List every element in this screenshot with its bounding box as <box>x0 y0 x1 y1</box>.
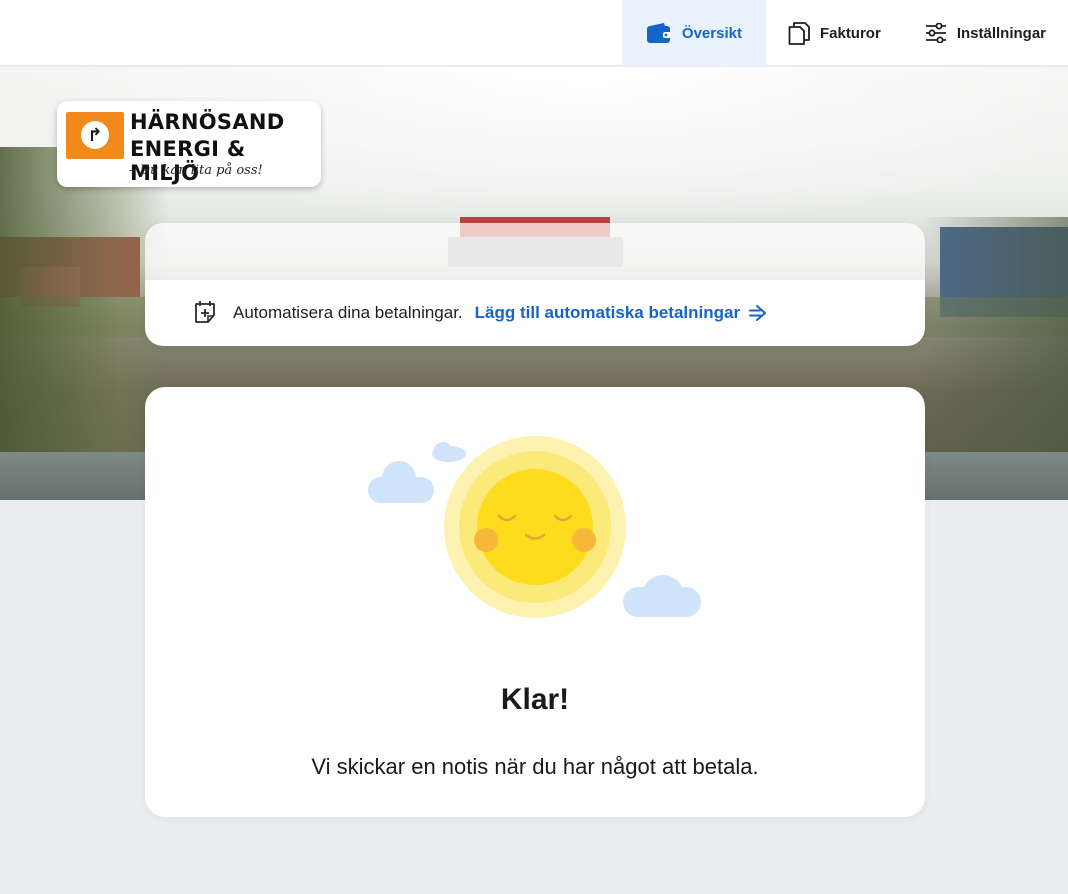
company-logo[interactable]: ↱ HÄRNÖSAND ENERGI & MILJÖ – Du kan lita… <box>57 101 321 187</box>
nav-label-oversikt: Översikt <box>681 24 742 42</box>
logo-line-1: HÄRNÖSAND <box>130 110 285 134</box>
redacted-block <box>448 237 623 267</box>
autopay-banner: Automatisera dina betalningar. Lägg till… <box>145 280 925 346</box>
nav-item-oversikt[interactable]: Översikt <box>621 0 766 66</box>
nav-label-fakturor: Fakturor <box>819 24 881 42</box>
add-autopay-link-label: Lägg till automatiska betalningar <box>474 303 741 322</box>
nav-item-installningar[interactable]: Inställningar <box>903 0 1068 66</box>
status-title: Klar! <box>500 683 570 716</box>
status-message: Vi skickar en notis när du har något att… <box>311 754 759 779</box>
autopay-card: Automatisera dina betalningar. Lägg till… <box>145 223 925 346</box>
sliders-icon <box>925 23 946 43</box>
calendar-plus-icon <box>193 300 217 326</box>
cloud-icon <box>623 575 701 617</box>
cloud-icon <box>368 461 434 503</box>
autopay-text: Automatisera dina betalningar. <box>233 303 463 322</box>
cloud-icon <box>432 442 466 462</box>
wallet-icon <box>646 23 671 43</box>
status-card: Klar! Vi skickar en notis när du har någ… <box>145 387 925 817</box>
documents-icon <box>788 22 810 45</box>
nav-label-installningar: Inställningar <box>956 24 1046 42</box>
autopay-card-header <box>145 223 925 280</box>
add-autopay-link[interactable]: Lägg till automatiska betalningar <box>475 303 768 323</box>
logo-tagline: – Du kan lita på oss! <box>129 163 263 178</box>
logo-mark-icon: ↱ <box>66 112 124 159</box>
nav-item-fakturor[interactable]: Fakturor <box>766 0 903 66</box>
arrow-right-icon <box>749 305 767 321</box>
top-nav: Översikt Fakturor Inställningar <box>0 0 1068 66</box>
smiling-sun-icon <box>368 436 701 618</box>
